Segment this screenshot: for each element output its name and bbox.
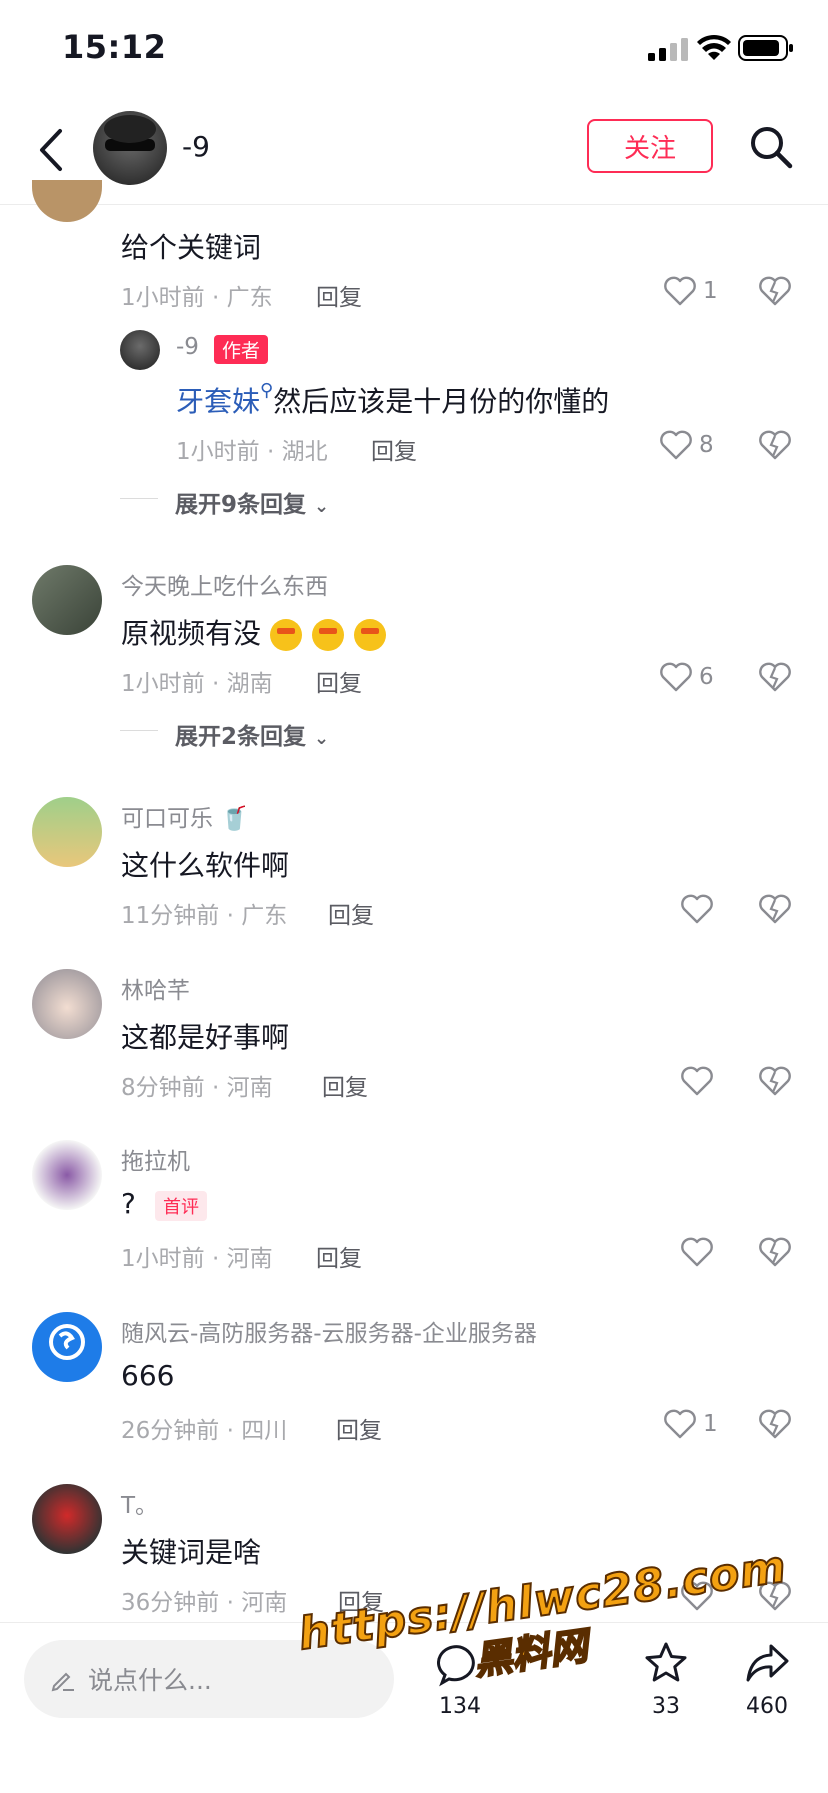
chevron-down-icon: ⌄: [314, 728, 330, 749]
cloud-logo-icon: [49, 1324, 85, 1360]
expand-replies-button[interactable]: 展开2条回复 ⌄: [175, 717, 329, 751]
comment-username[interactable]: 林哈芊: [121, 971, 190, 1005]
mention-link[interactable]: 牙套妹: [176, 385, 260, 418]
comment-username[interactable]: 随风云-高防服务器-云服务器-企业服务器: [121, 1314, 537, 1348]
comment-avatar[interactable]: [32, 565, 102, 635]
dislike-broken-heart-icon[interactable]: [758, 1065, 792, 1097]
comment-avatar[interactable]: [32, 797, 102, 867]
reply-button[interactable]: 回复: [316, 1239, 362, 1273]
chevron-down-icon: ⌄: [314, 496, 330, 517]
share-arrow-icon[interactable]: [744, 1640, 790, 1686]
author-avatar[interactable]: [93, 111, 167, 185]
comment-avatar[interactable]: [32, 1312, 102, 1382]
comment-avatar[interactable]: [32, 1140, 102, 1210]
dislike-broken-heart-icon[interactable]: [758, 893, 792, 925]
comment-avatar[interactable]: [32, 969, 102, 1039]
comment-text: 这什么软件啊: [121, 849, 290, 882]
comment-text: 原视频有没: [121, 612, 396, 652]
comment-text: ?: [121, 1187, 136, 1220]
comment-text: 关键词是啥: [121, 1536, 262, 1569]
comment-count: 134: [439, 1694, 481, 1719]
reply-avatar[interactable]: [120, 330, 160, 370]
comment-username[interactable]: 拖拉机: [121, 1142, 190, 1176]
comment-avatar[interactable]: [32, 180, 102, 222]
status-bar: 15:12: [0, 0, 828, 96]
like-heart-icon[interactable]: [680, 1236, 714, 1268]
expand-replies-button[interactable]: 展开9条回复 ⌄: [175, 485, 329, 519]
expand-divider: [120, 730, 158, 731]
reply-button[interactable]: 回复: [316, 278, 362, 312]
like-heart-icon[interactable]: [680, 893, 714, 925]
author-badge: 作者: [214, 335, 269, 364]
dislike-broken-heart-icon[interactable]: [758, 1236, 792, 1268]
dislike-broken-heart-icon[interactable]: [758, 429, 792, 461]
star-count: 33: [652, 1694, 680, 1719]
star-struck-emoji-icon: [311, 619, 344, 651]
comment-meta: 1小时前 · 广东: [121, 285, 273, 311]
comment-username[interactable]: 今天晚上吃什么东西: [121, 567, 328, 601]
reply-username[interactable]: -9: [176, 334, 199, 360]
like-count: 1: [703, 278, 718, 304]
dislike-broken-heart-icon[interactable]: [758, 275, 792, 307]
drink-cup-icon: 🥤: [220, 806, 249, 832]
follow-button[interactable]: 关注: [587, 119, 713, 173]
like-count: 6: [699, 664, 714, 690]
battery-icon: [738, 35, 793, 61]
star-struck-emoji-icon: [353, 619, 386, 651]
comment-username[interactable]: T。: [121, 1486, 158, 1520]
search-icon[interactable]: [748, 124, 794, 170]
comment-text: 给个关键词: [121, 231, 262, 264]
expand-divider: [120, 498, 158, 499]
comment-meta: 1小时前 · 河南: [121, 1246, 273, 1272]
dislike-broken-heart-icon[interactable]: [758, 1408, 792, 1440]
reply-meta: 1小时前 · 湖北: [176, 439, 328, 465]
like-heart-icon[interactable]: [659, 661, 693, 693]
wifi-icon: [697, 34, 731, 60]
star-struck-emoji-icon: [269, 619, 302, 651]
like-count: 8: [699, 432, 714, 458]
author-name[interactable]: -9: [182, 130, 210, 163]
like-heart-icon[interactable]: [680, 1065, 714, 1097]
status-time: 15:12: [62, 28, 167, 66]
comment-username[interactable]: 可口可乐 🥤: [121, 799, 249, 833]
like-heart-icon[interactable]: [659, 429, 693, 461]
comment-meta: 26分钟前 · 四川: [121, 1418, 288, 1444]
like-count: 1: [703, 1411, 718, 1437]
first-comment-badge: 首评: [155, 1191, 207, 1221]
comment-meta: 36分钟前 · 河南: [121, 1590, 288, 1616]
comment-input-placeholder: 说点什么...: [88, 1666, 212, 1695]
reply-button[interactable]: 回复: [316, 664, 362, 698]
reply-button[interactable]: 回复: [322, 1068, 368, 1102]
reply-text: 牙套妹⚲然后应该是十月份的你懂的: [176, 380, 610, 418]
comment-avatar[interactable]: [32, 1484, 102, 1554]
comment-text: 666: [121, 1359, 175, 1392]
reply-button[interactable]: 回复: [336, 1411, 382, 1445]
like-heart-icon[interactable]: [663, 275, 697, 307]
share-count: 460: [746, 1694, 788, 1719]
mention-search-icon: ⚲: [260, 380, 274, 401]
comment-meta: 11分钟前 · 广东: [121, 903, 288, 929]
cellular-signal-icon: [648, 38, 688, 61]
dislike-broken-heart-icon[interactable]: [758, 661, 792, 693]
reply-button[interactable]: 回复: [328, 896, 374, 930]
comment-text: 这都是好事啊: [121, 1021, 290, 1054]
pencil-icon: [51, 1672, 74, 1692]
like-heart-icon[interactable]: [663, 1408, 697, 1440]
back-arrow-icon[interactable]: [34, 127, 70, 173]
comment-meta: 1小时前 · 湖南: [121, 671, 273, 697]
reply-button[interactable]: 回复: [371, 432, 417, 466]
comment-meta: 8分钟前 · 河南: [121, 1075, 273, 1101]
